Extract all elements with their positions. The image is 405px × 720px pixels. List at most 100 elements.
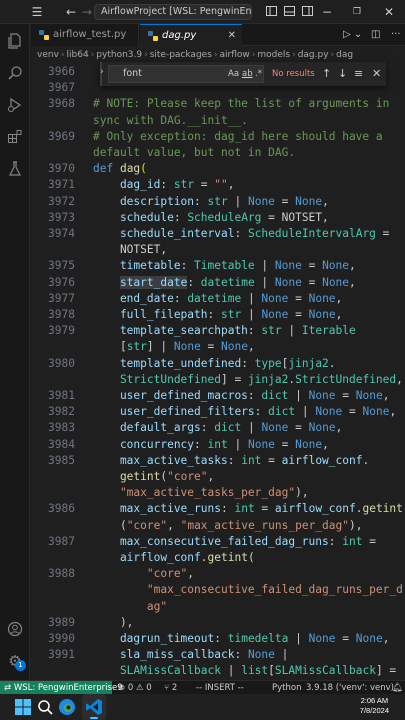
toggle-primary-sidebar-icon[interactable]	[262, 0, 280, 24]
close-tab-icon[interactable]: ✕	[228, 25, 236, 46]
code-line[interactable]: 3977 end_date: datetime | None = None,	[31, 291, 405, 307]
testing-icon[interactable]	[0, 154, 30, 184]
code-line[interactable]: 3975 timetable: Timetable | None = None,	[31, 258, 405, 274]
code-line[interactable]: 3987 max_consecutive_failed_dag_runs: in…	[31, 534, 405, 550]
more-actions-icon[interactable]: ···	[391, 24, 401, 46]
find-input[interactable]: font	[108, 65, 264, 83]
code-token: |	[281, 324, 302, 338]
breadcrumb-item[interactable]: dag	[336, 50, 353, 60]
minimize-icon[interactable]: −	[318, 0, 336, 24]
tab-airflow-test[interactable]: airflow_test.py	[31, 24, 139, 46]
toggle-panel-icon[interactable]	[280, 0, 298, 24]
code-editor[interactable]: 3966 3967 3968 # NOTE: Please keep the list…	[31, 64, 405, 680]
code-line[interactable]: 3979 template_searchpath: str | Iterable	[31, 323, 405, 339]
code-token: ,	[227, 178, 235, 192]
previous-match-icon[interactable]: ↑	[322, 62, 331, 86]
extensions-icon[interactable]	[0, 122, 30, 152]
line-code: sync with DAG.__init__.	[93, 113, 248, 129]
code-line[interactable]: 3980 template_undefined: type[jinja2.	[31, 356, 405, 372]
run-debug-icon[interactable]	[0, 90, 30, 120]
code-token: concurrency	[93, 437, 195, 451]
code-line[interactable]: SLAMissCallback | list[SLAMissCallback] …	[31, 663, 405, 679]
code-line[interactable]: StrictUndefined] = jinja2.StrictUndefine…	[31, 372, 405, 388]
taskbar-search-icon[interactable]	[36, 698, 54, 716]
code-line[interactable]: 3991 sla_miss_callback: None |	[31, 647, 405, 663]
code-line[interactable]: "max_consecutive_failed_dag_runs_per_d	[31, 582, 405, 598]
code-line[interactable]: ag"	[31, 599, 405, 615]
code-line[interactable]: 3973 schedule: ScheduleArg = NOTSET,	[31, 210, 405, 226]
code-line[interactable]: 3988 "core",	[31, 566, 405, 582]
tab-dag[interactable]: dag.py ✕	[140, 24, 242, 46]
python-interpreter[interactable]: 3.9.18 ('venv': venv)	[306, 681, 394, 695]
breadcrumb-item[interactable]: site-packages	[150, 50, 212, 60]
split-editor-icon[interactable]: ◫	[371, 24, 380, 46]
code-line[interactable]: sync with DAG.__init__.	[31, 113, 405, 129]
code-line[interactable]: [str] | None = None,	[31, 339, 405, 355]
code-line[interactable]: 3976 start_date: datetime | None = None,	[31, 275, 405, 291]
code-token: full_filepath	[93, 308, 208, 321]
breadcrumb-item[interactable]: models	[257, 50, 290, 60]
find-in-selection-icon[interactable]: ≡	[354, 62, 363, 86]
close-window-icon[interactable]: ✕	[380, 0, 398, 24]
explorer-icon[interactable]	[0, 26, 30, 56]
menu-hamburger-icon[interactable]: ☰	[28, 0, 46, 24]
match-case-option[interactable]: Aa	[228, 65, 239, 83]
code-line[interactable]: getint("core",	[31, 469, 405, 485]
code-line[interactable]: 3978 full_filepath: str | None = None,	[31, 307, 405, 323]
remote-indicator[interactable]: ⇄ WSL: PengwinEnterprise9	[0, 681, 123, 694]
code-line[interactable]: 3969 # Only exception: dag_id here should…	[31, 129, 405, 145]
code-line[interactable]: 3983 default_args: dict | None = None,	[31, 420, 405, 436]
manage-gear-icon[interactable]: ⚙ 1	[0, 646, 30, 676]
code-line[interactable]: NOTSET,	[31, 242, 405, 258]
code-token: :	[200, 421, 215, 435]
code-line[interactable]: default value, but not in DAG.	[31, 145, 405, 161]
edge-browser-icon[interactable]	[58, 698, 76, 716]
ports-indicator[interactable]: ⑂ 2	[164, 681, 177, 695]
restore-icon[interactable]: ❐	[348, 0, 366, 24]
close-find-icon[interactable]: ✕	[372, 62, 381, 86]
code-line[interactable]: 3990 dagrun_timeout: timedelta | None = …	[31, 631, 405, 647]
editor-tabs: airflow_test.py dag.py ✕ ▷ ⌄ ◫ ···	[31, 24, 405, 46]
search-icon[interactable]	[0, 58, 30, 88]
breadcrumb-item[interactable]: venv	[37, 50, 59, 60]
line-code: max_active_tasks: int = airflow_conf.	[93, 453, 369, 469]
line-number: 3981	[48, 389, 75, 402]
use-regex-option[interactable]: .*	[255, 65, 262, 83]
code-line[interactable]: 3971 dag_id: str = "",	[31, 177, 405, 193]
code-line[interactable]: 3968 # NOTE: Please keep the list of argu…	[31, 96, 405, 112]
code-token: =	[261, 453, 282, 467]
breadcrumb-item[interactable]: python3.9	[96, 50, 142, 60]
breadcrumb-item[interactable]: airflow	[220, 50, 250, 60]
breadcrumb-item[interactable]: dag.py	[298, 50, 329, 60]
notifications-bell-icon[interactable]: 🔔︎	[392, 681, 403, 695]
match-whole-word-option[interactable]: ab	[242, 65, 253, 83]
code-line[interactable]: 3970 def dag(	[31, 161, 405, 177]
code-line[interactable]: 3982 user_defined_filters: dict | None =…	[31, 404, 405, 420]
problems-indicator[interactable]: ⊗ 0 ⚠ 0	[118, 681, 152, 695]
windows-start-icon[interactable]	[14, 698, 32, 716]
code-line[interactable]: airflow_conf.getint(	[31, 550, 405, 566]
code-line[interactable]: 3986 max_active_runs: int = airflow_conf…	[31, 501, 405, 517]
code-token: None	[308, 308, 336, 321]
code-line[interactable]: 3985 max_active_tasks: int = airflow_con…	[31, 453, 405, 469]
code-line[interactable]: 3972 description: str | None = None,	[31, 194, 405, 210]
code-line[interactable]: 3974 schedule_interval: ScheduleInterval…	[31, 226, 405, 242]
command-center-title[interactable]: AirflowProject [WSL: PengwinEnterprise9]	[94, 4, 252, 20]
code-line[interactable]: "max_active_tasks_per_dag"),	[31, 485, 405, 501]
run-python-file-icon[interactable]: ▷ ⌄	[343, 24, 362, 46]
next-match-icon[interactable]: ↓	[338, 62, 347, 86]
language-mode[interactable]: Python	[272, 681, 301, 695]
toggle-replace-chevron-icon[interactable]: ›	[100, 67, 104, 77]
toggle-secondary-sidebar-icon[interactable]	[298, 0, 316, 24]
line-number: 3977	[48, 291, 75, 305]
breadcrumb-item[interactable]: lib64	[67, 50, 89, 60]
account-icon[interactable]	[0, 614, 30, 644]
code-line[interactable]: 3981 user_defined_macros: dict | None = …	[31, 388, 405, 404]
code-line[interactable]: 3984 concurrency: int | None = None,	[31, 437, 405, 453]
system-clock[interactable]: 2:06 AM 7/8/2024	[360, 696, 389, 716]
line-number: 3983	[48, 421, 75, 435]
code-line[interactable]: 3989 ),	[31, 615, 405, 631]
code-line[interactable]: ("core", "max_active_runs_per_dag"),	[31, 518, 405, 534]
vscode-taskbar-button[interactable]	[82, 694, 106, 720]
code-token: :	[207, 308, 221, 321]
